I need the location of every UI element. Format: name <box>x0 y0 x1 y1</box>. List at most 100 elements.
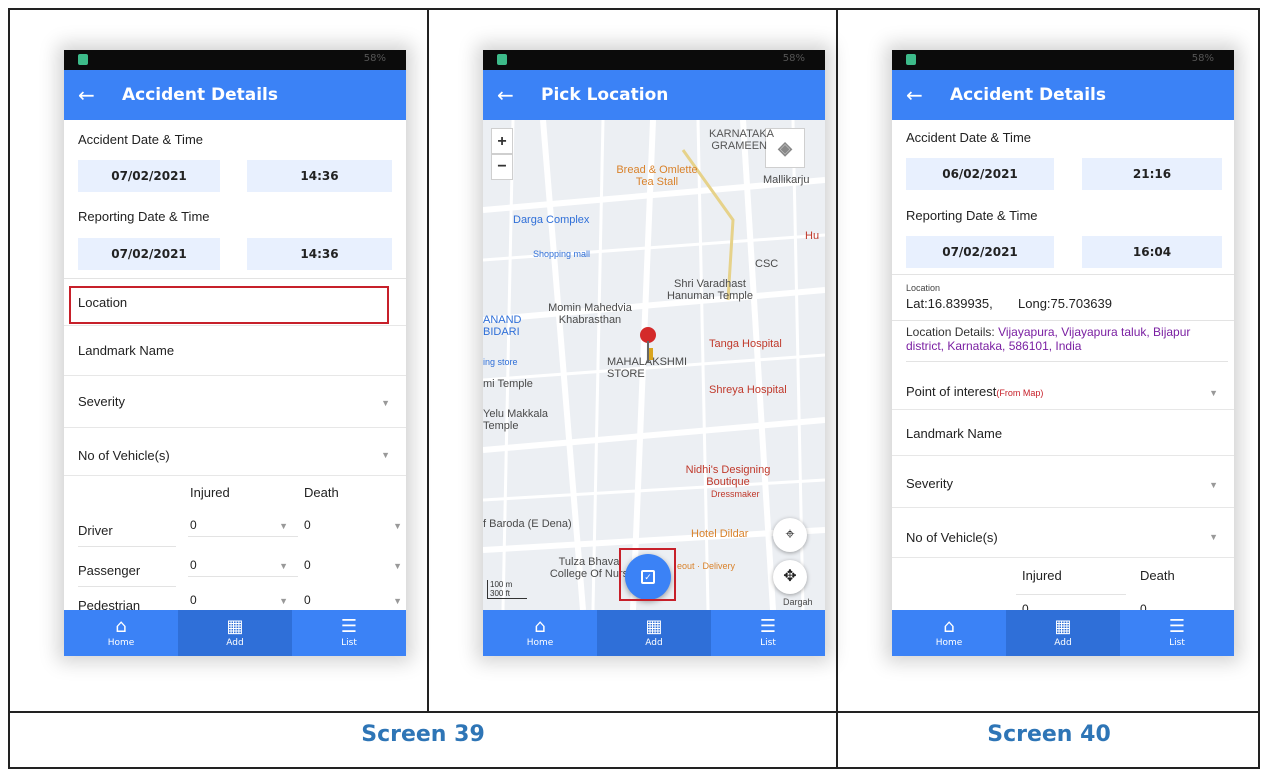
map-label-dildar: Hotel Dildar <box>691 528 749 540</box>
reporting-time-field[interactable]: 16:04 <box>1082 236 1222 268</box>
map-label-dargah: Dargah <box>783 597 813 607</box>
nav-add-label: Add <box>645 638 663 648</box>
page-title: Accident Details <box>122 85 278 105</box>
confirm-highlight-box <box>619 548 676 601</box>
bottom-nav: ⌂ Home ▦ Add ☰ List <box>892 610 1234 656</box>
accident-datetime-label: Accident Date & Time <box>906 130 1031 145</box>
vehicles-dropdown[interactable]: No of Vehicle(s) ▼ <box>892 508 1234 558</box>
location-caption: Location <box>906 283 941 293</box>
back-arrow-icon[interactable]: ← <box>906 83 936 107</box>
poi-label-text: Point of interest <box>906 384 997 399</box>
accident-date-field[interactable]: 06/02/2021 <box>906 158 1054 190</box>
back-arrow-icon[interactable]: ← <box>78 83 108 107</box>
dropdown-arrow-icon: ▼ <box>393 561 402 571</box>
home-icon: ⌂ <box>115 616 127 637</box>
battery-status: 58% <box>782 53 805 64</box>
landmark-field[interactable]: Landmark Name <box>892 410 1234 456</box>
death-select[interactable]: 0 <box>304 558 311 572</box>
phone-screen-middle: 58% ← Pick Location + − ◈ KARNATAKA GRAM… <box>483 50 825 656</box>
death-select[interactable]: 0 <box>304 518 311 532</box>
injured-select[interactable]: 0 <box>190 558 197 572</box>
severity-label: Severity <box>906 476 953 491</box>
scale-feet: 300 ft <box>490 589 511 598</box>
page-title: Pick Location <box>541 85 669 105</box>
row-label: Passenger <box>78 563 141 578</box>
reporting-datetime-label: Reporting Date & Time <box>906 208 1038 223</box>
nav-list[interactable]: ☰ List <box>711 610 825 656</box>
vehicles-dropdown[interactable]: No of Vehicle(s) ▼ <box>64 428 406 476</box>
map-label-varadhast: Shri Varadhast Hanuman Temple <box>666 278 753 302</box>
landmark-field[interactable]: Landmark Name <box>64 326 406 376</box>
dropdown-arrow-icon: ▼ <box>279 521 288 531</box>
severity-dropdown[interactable]: Severity ▼ <box>892 456 1234 508</box>
death-select[interactable]: 0 <box>304 593 311 607</box>
scale-meters: 100 m <box>490 580 513 589</box>
app-notification-icon <box>906 54 916 65</box>
severity-dropdown[interactable]: Severity ▼ <box>64 376 406 428</box>
battery-status: 58% <box>1191 53 1214 64</box>
nav-home[interactable]: ⌂ Home <box>892 610 1006 656</box>
dropdown-arrow-icon: ▼ <box>381 450 390 460</box>
caption-screen-40: Screen 40 <box>987 722 1111 747</box>
death-select[interactable]: 0 <box>1140 602 1147 610</box>
map-label-nidhi: Nidhi's Designing Boutique <box>685 464 771 488</box>
battery-status: 58% <box>363 53 386 64</box>
map-label-hu: Hu <box>805 230 820 242</box>
nav-home-label: Home <box>107 638 135 648</box>
injured-select[interactable]: 0 <box>190 518 197 532</box>
location-pin-icon[interactable] <box>638 326 658 366</box>
reporting-datetime-label: Reporting Date & Time <box>78 208 210 224</box>
accident-time-field[interactable]: 21:16 <box>1082 158 1222 190</box>
nav-home[interactable]: ⌂ Home <box>483 610 597 656</box>
nav-home[interactable]: ⌂ Home <box>64 610 178 656</box>
map-label-mi-temple: mi Temple <box>483 378 533 390</box>
reporting-date-field[interactable]: 07/02/2021 <box>78 238 220 270</box>
nav-add-label: Add <box>1054 638 1072 648</box>
accident-form: Accident Date & Time 06/02/2021 21:16 Re… <box>892 120 1234 610</box>
location-section[interactable]: Location Lat:16.839935, Long:75.703639 <box>892 275 1234 321</box>
move-map-button[interactable]: ✥ <box>773 560 807 594</box>
dropdown-arrow-icon: ▼ <box>381 398 390 408</box>
accident-time-field[interactable]: 14:36 <box>247 160 392 192</box>
dropdown-arrow-icon: ▼ <box>1209 532 1218 542</box>
app-bar: ← Accident Details <box>892 70 1234 120</box>
poi-dropdown[interactable]: Point of interest(From Map) ▼ <box>892 368 1234 410</box>
app-notification-icon <box>78 54 88 65</box>
injured-select[interactable]: 0 <box>190 593 197 607</box>
col-injured-header: Injured <box>190 485 230 500</box>
list-icon: ☰ <box>1168 616 1186 637</box>
map-label-karnataka: KARNATAKA GRAMEEN <box>709 128 774 152</box>
row-label: Driver <box>78 523 113 538</box>
reporting-date-field[interactable]: 07/02/2021 <box>906 236 1054 268</box>
nav-add[interactable]: ▦ Add <box>1006 610 1120 656</box>
map-label-tanga: Tanga Hospital <box>709 338 782 350</box>
poi-hint: (From Map) <box>996 388 1044 398</box>
my-location-button[interactable]: ⌖ <box>773 518 807 552</box>
map-label-momin: Momin Mahedvia Khabrasthan <box>548 302 632 326</box>
zoom-in-button[interactable]: + <box>491 128 513 154</box>
injured-select[interactable]: 0 <box>1022 602 1029 610</box>
home-icon: ⌂ <box>943 616 955 637</box>
accident-date-field[interactable]: 07/02/2021 <box>78 160 220 192</box>
map-label-dressmaker: Dressmaker <box>711 489 760 499</box>
caption-screen-39: Screen 39 <box>361 722 485 747</box>
nav-list[interactable]: ☰ List <box>1120 610 1234 656</box>
zoom-out-button[interactable]: − <box>491 154 513 180</box>
severity-label: Severity <box>78 394 125 409</box>
table-divider-2 <box>836 8 838 769</box>
nav-list-label: List <box>1169 638 1185 648</box>
status-bar: 58% <box>483 50 825 70</box>
reporting-time-field[interactable]: 14:36 <box>247 238 392 270</box>
phone-screen-left: 58% ← Accident Details Accident Date & T… <box>64 50 406 656</box>
nav-add[interactable]: ▦ Add <box>597 610 711 656</box>
dropdown-arrow-icon: ▼ <box>279 561 288 571</box>
vehicles-label: No of Vehicle(s) <box>906 530 998 545</box>
map-label-csc: CSC <box>755 258 779 270</box>
accident-form: Accident Date & Time 07/02/2021 14:36 Re… <box>64 120 406 610</box>
nav-add[interactable]: ▦ Add <box>178 610 292 656</box>
back-arrow-icon[interactable]: ← <box>497 83 527 107</box>
dropdown-arrow-icon: ▼ <box>393 596 402 606</box>
nav-list[interactable]: ☰ List <box>292 610 406 656</box>
map-label-delivery: eout · Delivery <box>677 561 736 571</box>
map-view[interactable]: + − ◈ KARNATAKA GRAMEEN Bread & Omlette … <box>483 120 825 610</box>
